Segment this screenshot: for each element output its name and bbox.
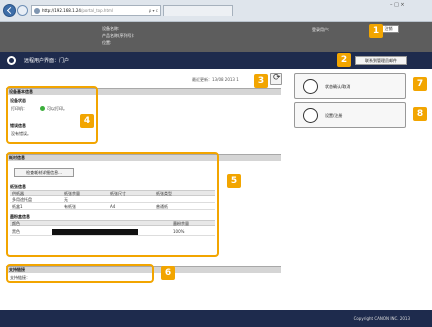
status-monitor-button[interactable]: 状态确认/取消 [294, 73, 406, 99]
admin-mail-button[interactable]: 联系到管理员邮件 [355, 56, 407, 65]
window-controls[interactable]: – □ × [390, 2, 405, 8]
address-tools-icon[interactable]: ρ ▾ c [149, 8, 158, 13]
page-title: 远程用户界面：门户 [24, 58, 70, 64]
callout-7: 7 [413, 77, 427, 91]
forward-button[interactable] [17, 5, 28, 16]
portal-icon [7, 56, 16, 65]
callout-2: 2 [337, 53, 351, 67]
callout-8: 8 [413, 107, 427, 121]
address-text: http://192.168.1.24/portal_top.html [42, 8, 113, 13]
callout-frame-support [6, 264, 154, 283]
product-name-label: 产品名称(序列号): [102, 33, 135, 38]
page-icon [34, 8, 40, 14]
last-updated-value: 13/08 2013 1 [212, 77, 239, 82]
callout-4: 4 [80, 114, 94, 128]
device-header: 设备名称: 产品名称(序列号): 位置: 登录用户: 注销 [0, 22, 432, 52]
settings-button[interactable]: 设置/注册 [294, 102, 406, 128]
refresh-button[interactable] [270, 73, 282, 85]
status-monitor-label: 状态确认/取消 [325, 84, 351, 89]
callout-1: 1 [369, 24, 383, 38]
status-monitor-icon [303, 79, 318, 94]
device-name-label: 设备名称: [102, 26, 120, 31]
copyright: Copyright CANON INC. 2013 [353, 316, 410, 321]
callout-5: 5 [227, 174, 241, 188]
footer: Copyright CANON INC. 2013 [0, 310, 432, 327]
callout-frame-consumables [6, 152, 219, 257]
login-user-label: 登录用户: [312, 27, 330, 32]
url-host: http://192.168.1.24 [42, 8, 81, 13]
url-path: /portal_top.html [80, 8, 114, 13]
last-updated: 最近更新：13/08 2013 1 [192, 77, 239, 83]
back-button[interactable] [3, 4, 16, 17]
location-label: 位置: [102, 40, 112, 45]
browser-toolbar: http://192.168.1.24/portal_top.html ρ ▾ … [0, 0, 432, 22]
browser-tab[interactable] [163, 5, 233, 16]
portal-titlebar: 远程用户界面：门户 联系到管理员邮件 [0, 52, 432, 69]
callout-6: 6 [161, 266, 175, 280]
address-bar[interactable]: http://192.168.1.24/portal_top.html ρ ▾ … [31, 5, 161, 16]
main-content: 最近更新：13/08 2013 1 设备基本信息 设备状态 打印机： 可以打印。… [0, 69, 432, 310]
settings-label: 设置/注册 [325, 113, 343, 118]
settings-icon [303, 108, 318, 123]
callout-3: 3 [254, 74, 268, 88]
last-updated-label: 最近更新： [192, 77, 212, 82]
